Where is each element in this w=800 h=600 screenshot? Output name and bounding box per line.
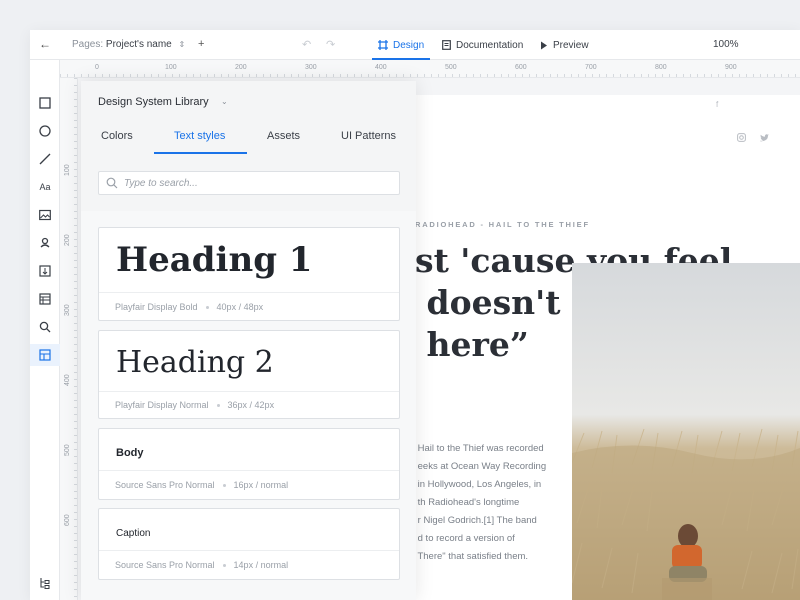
add-page-icon[interactable]: + [198, 38, 204, 50]
text-style-size: 14px / normal [233, 560, 289, 570]
tab-documentation[interactable]: Documentation [442, 30, 523, 60]
tab-design[interactable]: Design [371, 30, 431, 60]
tab-text-styles[interactable]: Text styles [174, 130, 225, 142]
arrow-left-icon[interactable]: ← [38, 37, 52, 51]
text-style-sample: Heading 1 [116, 240, 313, 280]
chevron-down-icon[interactable]: ⌄ [221, 97, 228, 106]
rectangle-icon[interactable] [34, 92, 56, 114]
tab-colors[interactable]: Colors [101, 130, 133, 142]
ruler-tick: 400 [375, 64, 387, 71]
library-search[interactable] [98, 171, 400, 195]
ruler-tick: 300 [64, 304, 71, 316]
instagram-icon[interactable] [737, 133, 746, 142]
tab-ui-patterns[interactable]: UI Patterns [341, 130, 396, 142]
facebook-icon[interactable]: f [716, 100, 718, 109]
tab-documentation-label: Documentation [456, 39, 524, 51]
ruler-tick: 100 [165, 64, 177, 71]
page-selector[interactable]: Pages: Project's name ⇕ + [72, 38, 204, 50]
text-style-sample: Caption [116, 528, 151, 539]
component-icon[interactable] [34, 232, 56, 254]
tab-assets[interactable]: Assets [267, 130, 300, 142]
image-icon[interactable] [34, 204, 56, 226]
document-icon [442, 40, 451, 50]
ruler-tick: 500 [64, 444, 71, 456]
search-icon[interactable] [34, 316, 56, 338]
ruler-tick: 900 [725, 64, 737, 71]
ruler-tick: 800 [655, 64, 667, 71]
layout-icon[interactable] [34, 288, 56, 310]
text-style-size: 40px / 48px [216, 302, 264, 312]
play-icon [541, 41, 547, 49]
ruler-tick: 400 [64, 374, 71, 386]
text-style-size: 36px / 42px [227, 400, 275, 410]
text-style-meta: Playfair Display Bold 40px / 48px [99, 292, 399, 321]
article-body: Hail to the Thief was recorded eeks at O… [417, 443, 547, 562]
text-style-card-body[interactable]: Body Source Sans Pro Normal 16px / normal [98, 428, 400, 500]
twitter-icon[interactable] [760, 134, 769, 142]
library-panel-header: Design System Library ⌄ Colors Text styl… [81, 81, 416, 211]
article-overline: RADIOHEAD - HAIL TO THE THIEF [415, 220, 590, 229]
text-style-font: Playfair Display Bold [115, 302, 198, 312]
text-style-font: Source Sans Pro Normal [115, 480, 215, 490]
library-title[interactable]: Design System Library [98, 96, 209, 108]
ruler-tick: 500 [445, 64, 457, 71]
text-style-meta: Source Sans Pro Normal 14px / normal [99, 550, 399, 579]
line-icon[interactable] [34, 148, 56, 170]
frame-icon [378, 40, 388, 50]
ruler-tick: 600 [64, 514, 71, 526]
app-window: ← Pages: Project's name ⇕ + ↶ ↷ Design D… [30, 30, 800, 600]
redo-icon[interactable]: ↷ [326, 38, 335, 51]
ruler-tick: 200 [64, 234, 71, 246]
ruler-tick: 700 [585, 64, 597, 71]
top-bar: ← Pages: Project's name ⇕ + ↶ ↷ Design D… [30, 30, 800, 60]
search-input[interactable] [124, 175, 394, 191]
ruler-tick: 0 [95, 64, 99, 71]
text-style-card-caption[interactable]: Caption Source Sans Pro Normal 14px / nor… [98, 508, 400, 580]
text-icon[interactable]: Aa [34, 176, 56, 198]
text-style-font: Playfair Display Normal [115, 400, 209, 410]
text-style-card-heading-1[interactable]: Heading 1 Playfair Display Bold 40px / 48… [98, 227, 400, 321]
export-icon[interactable] [34, 260, 56, 282]
ellipse-icon[interactable] [34, 120, 56, 142]
text-style-size: 16px / normal [233, 480, 289, 490]
text-style-meta: Source Sans Pro Normal 16px / normal [99, 470, 399, 499]
text-style-card-heading-2[interactable]: Heading 2 Playfair Display Normal 36px / … [98, 330, 400, 419]
library-panel: Design System Library ⌄ Colors Text styl… [81, 81, 416, 600]
layers-icon[interactable] [34, 572, 56, 594]
pages-label: Pages: [72, 39, 104, 50]
project-name[interactable]: Project's name [106, 39, 172, 50]
ruler-tick: 300 [305, 64, 317, 71]
tab-design-label: Design [393, 39, 425, 51]
text-style-sample: Body [116, 447, 144, 459]
left-toolbar: Aa [30, 60, 60, 600]
tab-preview[interactable]: Preview [540, 30, 589, 60]
ruler-tick: 200 [235, 64, 247, 71]
text-style-sample: Heading 2 [116, 345, 274, 380]
undo-icon[interactable]: ↶ [302, 38, 311, 51]
ruler-tick: 100 [64, 164, 71, 176]
active-tab-indicator [154, 152, 247, 154]
wheat-field-photo [572, 263, 800, 600]
tab-preview-label: Preview [553, 39, 589, 51]
search-icon [106, 177, 118, 189]
chevron-updown-icon[interactable]: ⇕ [179, 40, 186, 49]
text-style-font: Source Sans Pro Normal [115, 560, 215, 570]
library-icon[interactable] [30, 344, 60, 366]
ruler-tick: 600 [515, 64, 527, 71]
text-style-meta: Playfair Display Normal 36px / 42px [99, 391, 399, 419]
zoom-level[interactable]: 100% [713, 39, 739, 50]
